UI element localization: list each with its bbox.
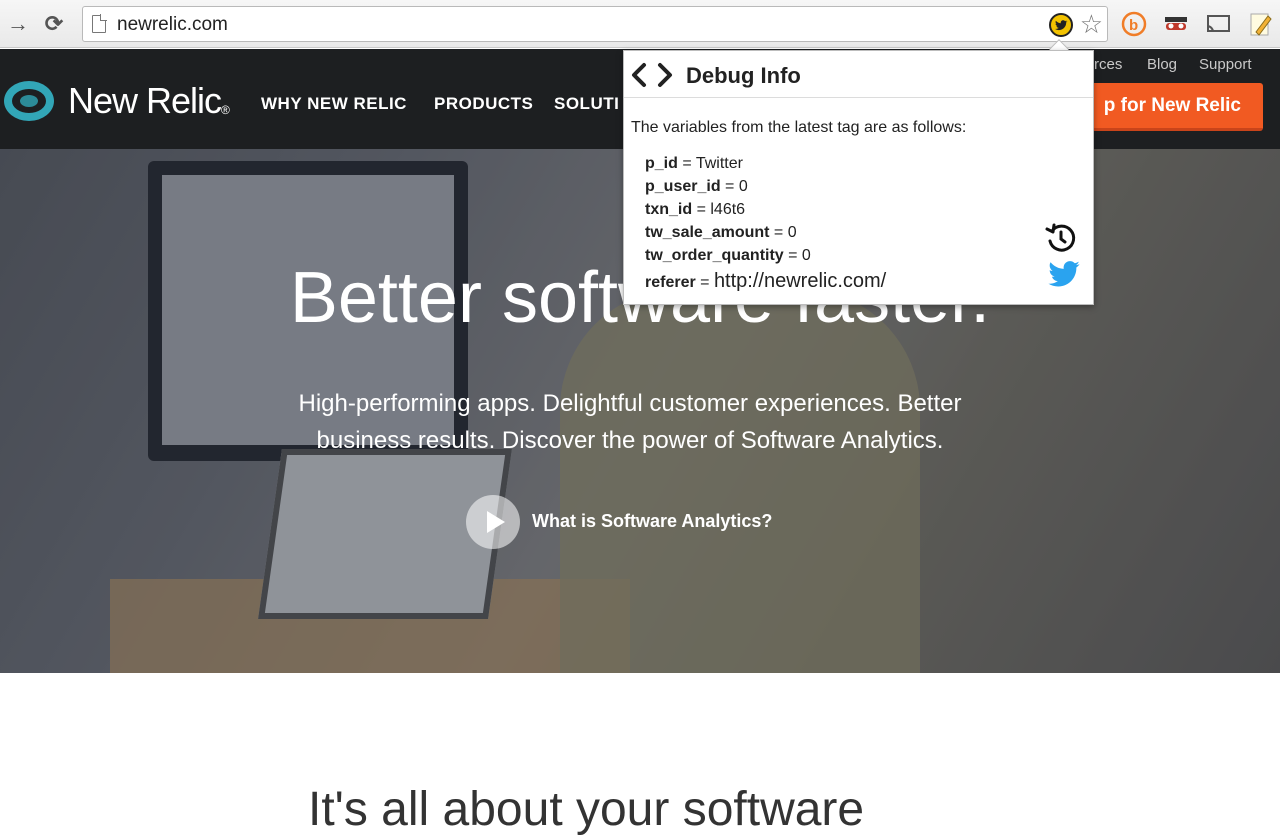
popup-header: Debug Info: [624, 51, 1093, 98]
hero-subtitle-line: business results. Discover the power of …: [316, 427, 944, 454]
history-icon[interactable]: [1044, 221, 1078, 255]
reload-icon[interactable]: ⟳: [40, 10, 68, 38]
notes-pencil-icon[interactable]: [1246, 10, 1274, 38]
code-brackets-icon: [632, 63, 672, 87]
cast-icon[interactable]: [1204, 10, 1232, 38]
video-link[interactable]: What is Software Analytics?: [532, 511, 772, 532]
logo-registered: ®: [221, 103, 230, 117]
variable-row: p_user_id = 0: [645, 178, 748, 195]
variable-row: p_id = Twitter: [645, 155, 743, 172]
svg-text:b: b: [1129, 17, 1138, 34]
play-video-button[interactable]: [466, 495, 520, 549]
url-text[interactable]: newrelic.com: [117, 14, 228, 36]
address-bar[interactable]: newrelic.com ☆: [82, 6, 1108, 42]
logo-text: New Relic: [68, 80, 222, 121]
bookmark-star-icon[interactable]: ☆: [1080, 10, 1103, 38]
twitter-tag-extension-icon[interactable]: [1049, 13, 1073, 37]
forward-arrow-icon[interactable]: →: [4, 10, 32, 38]
nav-solutions[interactable]: SOLUTI: [554, 94, 619, 114]
popup-title: Debug Info: [686, 63, 801, 88]
hero-subtitle: High-performing apps. Delightful custome…: [230, 385, 1030, 459]
hero-subtitle-line: High-performing apps. Delightful custome…: [298, 390, 962, 417]
variable-row: referer = http://newrelic.com/: [645, 270, 887, 292]
util-link-resources[interactable]: rces: [1094, 56, 1122, 73]
util-link-support[interactable]: Support: [1199, 56, 1252, 73]
incognito-mask-icon[interactable]: [1162, 10, 1190, 38]
new-relic-logo[interactable]: New Relic ®: [4, 79, 230, 123]
variable-row: tw_order_quantity = 0: [645, 247, 811, 264]
variable-row: tw_sale_amount = 0: [645, 224, 797, 241]
nav-why-new-relic[interactable]: WHY NEW RELIC: [261, 94, 407, 114]
browser-toolbar: → ⟳ newrelic.com ☆ b: [0, 0, 1280, 48]
orange-b-extension-icon[interactable]: b: [1120, 10, 1148, 38]
section-heading: It's all about your software: [308, 783, 865, 836]
nav-products[interactable]: PRODUCTS: [434, 94, 533, 114]
page-icon: [92, 14, 107, 33]
twitter-bird-icon[interactable]: [1048, 261, 1080, 287]
util-link-blog[interactable]: Blog: [1147, 56, 1177, 73]
variable-list: p_id = Twitter p_user_id = 0 txn_id = l4…: [645, 155, 886, 293]
variable-row: txn_id = l46t6: [645, 201, 746, 218]
logo-mark-icon: [4, 81, 54, 121]
popup-intro-text: The variables from the latest tag are as…: [631, 119, 967, 136]
debug-info-popup: Debug Info The variables from the latest…: [623, 50, 1094, 305]
